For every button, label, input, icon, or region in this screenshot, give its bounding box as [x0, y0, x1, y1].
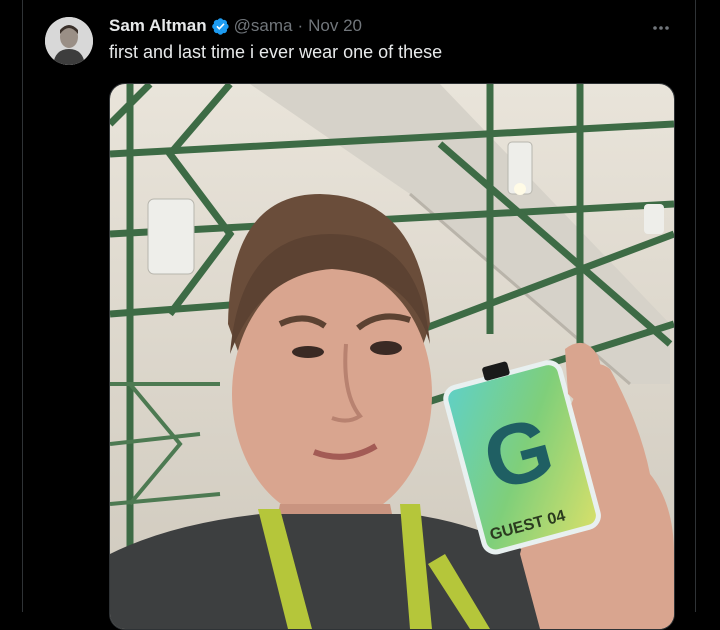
tweet-text: first and last time i ever wear one of t…	[109, 42, 443, 62]
tweet[interactable]: Sam Altman @sama · Nov 20 first and last…	[23, 0, 695, 630]
tweet-photo[interactable]: G GUEST 04	[109, 83, 675, 630]
avatar[interactable]	[45, 17, 93, 65]
meta-separator: ·	[297, 16, 304, 35]
more-horizontal-icon[interactable]	[649, 16, 673, 40]
verified-badge-icon[interactable]	[211, 17, 230, 36]
tweet-header: Sam Altman @sama · Nov 20	[109, 14, 362, 38]
tweet-date[interactable]: Nov 20	[308, 16, 362, 36]
column-border-right	[695, 0, 696, 612]
author-name[interactable]: Sam Altman	[109, 16, 207, 36]
author-handle[interactable]: @sama	[234, 16, 293, 36]
